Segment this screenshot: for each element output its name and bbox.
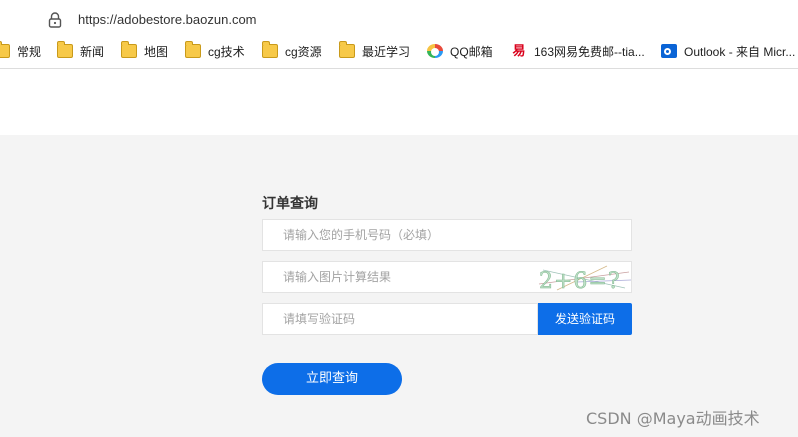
- send-code-button[interactable]: 发送验证码: [538, 303, 632, 335]
- netease-163-icon: 易: [512, 43, 526, 58]
- qq-mail-icon: [427, 44, 443, 58]
- url-text[interactable]: https://adobestore.baozun.com: [78, 12, 257, 27]
- bookmark-folder-map[interactable]: 地图: [121, 34, 168, 68]
- verification-code-input[interactable]: 请填写验证码: [262, 303, 538, 335]
- captcha-text: 2+6=?: [539, 269, 621, 293]
- bookmark-label: 最近学习: [362, 44, 411, 59]
- folder-icon: [121, 41, 137, 58]
- form-title: 订单查询: [262, 196, 318, 212]
- bookmark-label: 163网易免费邮--tia...: [534, 44, 645, 59]
- bookmark-folder-news[interactable]: 新闻: [57, 34, 104, 68]
- bookmark-label: Outlook - 来自 Micr...: [684, 44, 796, 59]
- bookmark-label: 新闻: [80, 44, 105, 59]
- bookmark-qq-mail[interactable]: QQ邮箱: [427, 34, 493, 68]
- phone-input[interactable]: 请输入您的手机号码（必填）: [262, 219, 632, 251]
- submit-query-button[interactable]: 立即查询: [262, 363, 402, 395]
- folder-icon: [262, 41, 278, 58]
- folder-icon: [57, 41, 73, 58]
- page-header-band: [0, 69, 798, 135]
- bookmark-label: cg技术: [208, 44, 245, 59]
- bookmark-label: QQ邮箱: [450, 44, 493, 59]
- outlook-icon: [661, 44, 677, 58]
- bookmark-folder-recent-study[interactable]: 最近学习: [339, 34, 410, 68]
- folder-icon: [339, 41, 355, 58]
- address-bar[interactable]: https://adobestore.baozun.com: [14, 3, 798, 32]
- captcha-image[interactable]: 2+6=?: [537, 261, 632, 293]
- bookmark-folder-cg-tech[interactable]: cg技术: [185, 34, 245, 68]
- bookmark-label: cg资源: [285, 44, 322, 59]
- folder-icon: [185, 41, 201, 58]
- address-bar-row: https://adobestore.baozun.com: [0, 0, 798, 34]
- bookmark-163-mail[interactable]: 易 163网易免费邮--tia...: [511, 34, 645, 68]
- watermark: CSDN @Maya动画技术: [586, 409, 760, 428]
- bookmark-label: 常规: [17, 44, 42, 59]
- bookmark-folder-changgui[interactable]: 常规: [0, 34, 41, 68]
- bookmark-label: 地图: [144, 44, 169, 59]
- captcha-graphic: 2+6=?: [539, 265, 631, 293]
- lock-icon[interactable]: [48, 12, 62, 28]
- bookmarks-bar: 常规 新闻 地图 cg技术 cg资源 最近学习 QQ邮箱 易 163网易免费邮-…: [0, 34, 798, 69]
- folder-icon: [0, 41, 10, 58]
- captcha-result-input[interactable]: 请输入图片计算结果: [262, 261, 538, 293]
- bookmark-folder-cg-resources[interactable]: cg资源: [262, 34, 322, 68]
- bookmark-outlook[interactable]: Outlook - 来自 Micr...: [661, 34, 795, 68]
